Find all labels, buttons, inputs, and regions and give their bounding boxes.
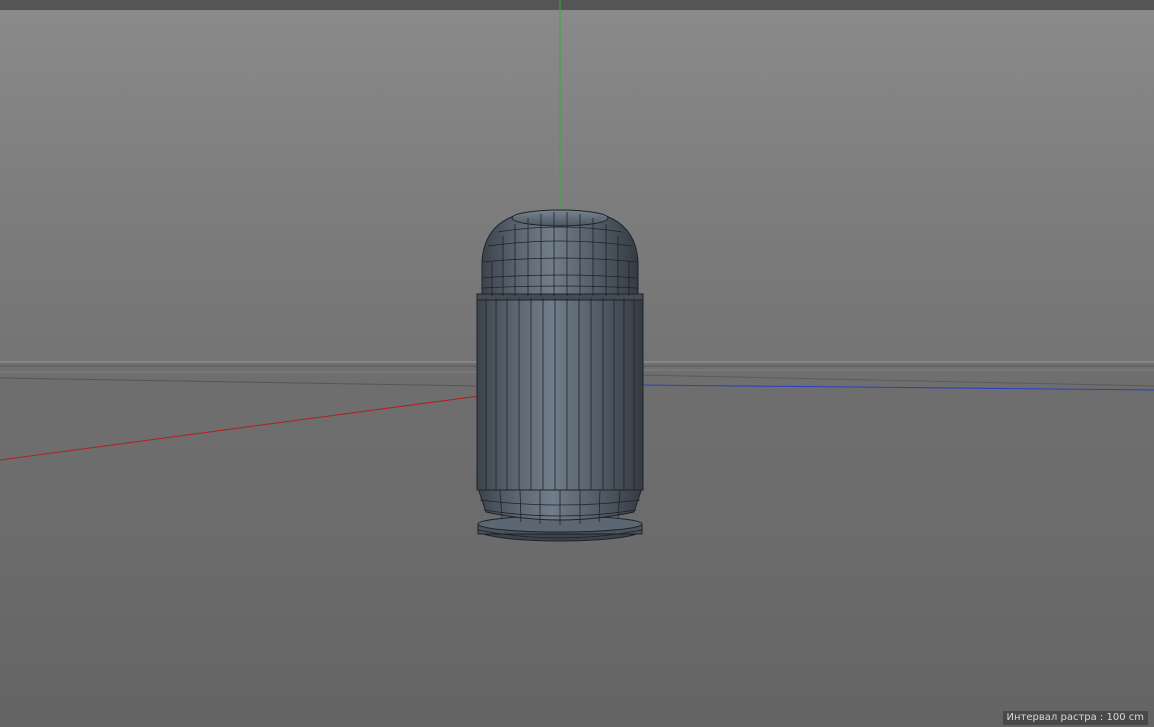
3d-viewport[interactable]: Интервал растра : 100 cm [0, 0, 1154, 727]
grid-interval-label: Интервал растра [1006, 712, 1097, 723]
viewport-scene[interactable] [0, 0, 1154, 727]
z-axis-line [639, 384, 1154, 391]
bullet-mesh-object[interactable] [476, 209, 644, 542]
grid-interval-value: 100 cm [1106, 712, 1144, 723]
x-axis-line [0, 386, 547, 461]
grid-interval-status: Интервал растра : 100 cm [1002, 711, 1148, 725]
